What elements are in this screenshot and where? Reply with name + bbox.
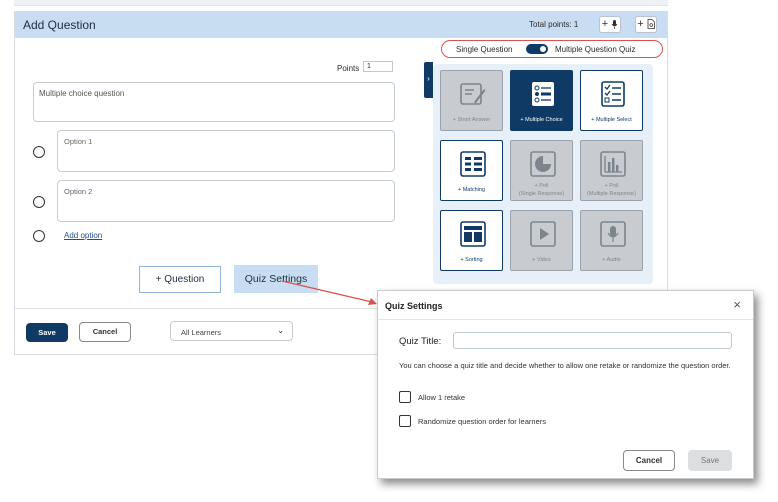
question-placeholder: Multiple choice question bbox=[39, 89, 125, 98]
microphone-icon bbox=[600, 221, 626, 247]
previous-card-edge bbox=[14, 0, 668, 6]
add-option-link[interactable]: Add option bbox=[64, 231, 102, 240]
microphone-icon bbox=[611, 19, 618, 29]
pie-chart-icon bbox=[530, 151, 556, 177]
allow-retake-checkbox[interactable] bbox=[399, 391, 411, 403]
tile-poll-multiple-sublabel: (Multiple Response) bbox=[587, 191, 636, 197]
points-input[interactable]: 1 bbox=[363, 61, 393, 72]
total-points: Total points: 1 bbox=[529, 20, 579, 29]
tile-audio[interactable]: + Audio bbox=[580, 210, 643, 271]
callout-arrow bbox=[281, 280, 377, 305]
add-page-button[interactable]: + bbox=[635, 16, 657, 33]
bar-chart-icon bbox=[600, 151, 626, 177]
tile-poll-multiple[interactable]: + Poll (Multiple Response) bbox=[580, 140, 643, 201]
tile-short-answer[interactable]: + Short Answer bbox=[440, 70, 503, 131]
option-2-input[interactable]: Option 2 bbox=[57, 180, 395, 222]
modal-cancel-button[interactable]: Cancel bbox=[623, 450, 675, 471]
tile-poll-multiple-label: + Poll bbox=[604, 183, 619, 189]
chevron-down-icon: ⌄ bbox=[277, 326, 284, 335]
audience-select-value: All Learners bbox=[181, 328, 222, 337]
tile-matching[interactable]: + Matching bbox=[440, 140, 503, 201]
plus-label: + bbox=[601, 18, 609, 30]
question-input[interactable]: Multiple choice question bbox=[33, 82, 395, 122]
option-1-input[interactable]: Option 1 bbox=[57, 130, 395, 172]
save-button[interactable]: Save bbox=[26, 323, 68, 342]
quiz-title-label: Quiz Title: bbox=[399, 336, 442, 347]
quiz-settings-modal: Quiz Settings × Quiz Title: You can choo… bbox=[377, 290, 754, 479]
tile-video-label: + Video bbox=[532, 257, 551, 263]
quiz-mode-toggle[interactable] bbox=[526, 44, 548, 54]
modal-description: You can choose a quiz title and decide w… bbox=[399, 361, 731, 370]
card-header: Add Question Total points: 1 + + bbox=[15, 12, 667, 38]
sorting-icon bbox=[460, 221, 486, 247]
tile-poll-single-sublabel: (Single Response) bbox=[518, 191, 565, 197]
collapse-panel-tab[interactable]: › bbox=[424, 62, 433, 98]
quiz-title-input[interactable] bbox=[453, 332, 732, 349]
checklist-icon bbox=[601, 81, 625, 107]
close-icon[interactable]: × bbox=[733, 297, 741, 312]
option-2-placeholder: Option 2 bbox=[64, 187, 93, 196]
multiple-question-quiz-label[interactable]: Multiple Question Quiz bbox=[555, 45, 635, 54]
matching-icon bbox=[460, 151, 486, 177]
tile-multiple-choice[interactable]: + Multiple Choice bbox=[510, 70, 573, 131]
tile-multiple-select[interactable]: + Multiple Select bbox=[580, 70, 643, 131]
quiz-mode-switch: Single Question Multiple Question Quiz bbox=[441, 40, 663, 58]
audience-select[interactable]: All Learners ⌄ bbox=[170, 321, 293, 341]
plus-label: + bbox=[637, 18, 644, 30]
radio-list-icon bbox=[532, 82, 554, 106]
option-1-radio[interactable] bbox=[33, 146, 45, 158]
tile-sorting-label: + Sorting bbox=[460, 257, 483, 263]
question-type-panel: + Short Answer + Multiple Choice + Multi… bbox=[433, 64, 653, 284]
screen: Add Question Total points: 1 + + Single … bbox=[0, 0, 778, 502]
pencil-note-icon bbox=[460, 83, 486, 105]
modal-save-button[interactable]: Save bbox=[688, 450, 732, 471]
points-label: Points bbox=[337, 64, 360, 73]
card-title: Add Question bbox=[23, 18, 96, 32]
allow-retake-label: Allow 1 retake bbox=[418, 393, 466, 402]
add-question-button[interactable]: + Question bbox=[139, 266, 221, 293]
tile-poll-single-label: + Poll bbox=[534, 183, 549, 189]
video-play-icon bbox=[530, 221, 556, 247]
tile-short-answer-label: + Short Answer bbox=[452, 117, 491, 123]
randomize-checkbox[interactable] bbox=[399, 415, 411, 427]
option-2-radio[interactable] bbox=[33, 196, 45, 208]
tile-multiple-choice-label: + Multiple Choice bbox=[520, 117, 563, 123]
randomize-label: Randomize question order for learners bbox=[418, 417, 546, 426]
add-text-block-button[interactable]: + bbox=[599, 16, 621, 33]
tile-poll-single[interactable]: + Poll (Single Response) bbox=[510, 140, 573, 201]
tile-multiple-select-label: + Multiple Select bbox=[591, 117, 632, 123]
option-1-placeholder: Option 1 bbox=[64, 137, 93, 146]
add-option-radio bbox=[33, 230, 45, 242]
modal-title: Quiz Settings bbox=[385, 301, 443, 311]
tile-video[interactable]: + Video bbox=[510, 210, 573, 271]
tile-matching-label: + Matching bbox=[457, 187, 486, 193]
cancel-button[interactable]: Cancel bbox=[79, 322, 131, 342]
document-icon bbox=[647, 19, 655, 29]
modal-divider bbox=[378, 319, 753, 320]
single-question-label[interactable]: Single Question bbox=[456, 45, 512, 54]
tile-audio-label: + Audio bbox=[602, 257, 621, 263]
tile-sorting[interactable]: + Sorting bbox=[440, 210, 503, 271]
